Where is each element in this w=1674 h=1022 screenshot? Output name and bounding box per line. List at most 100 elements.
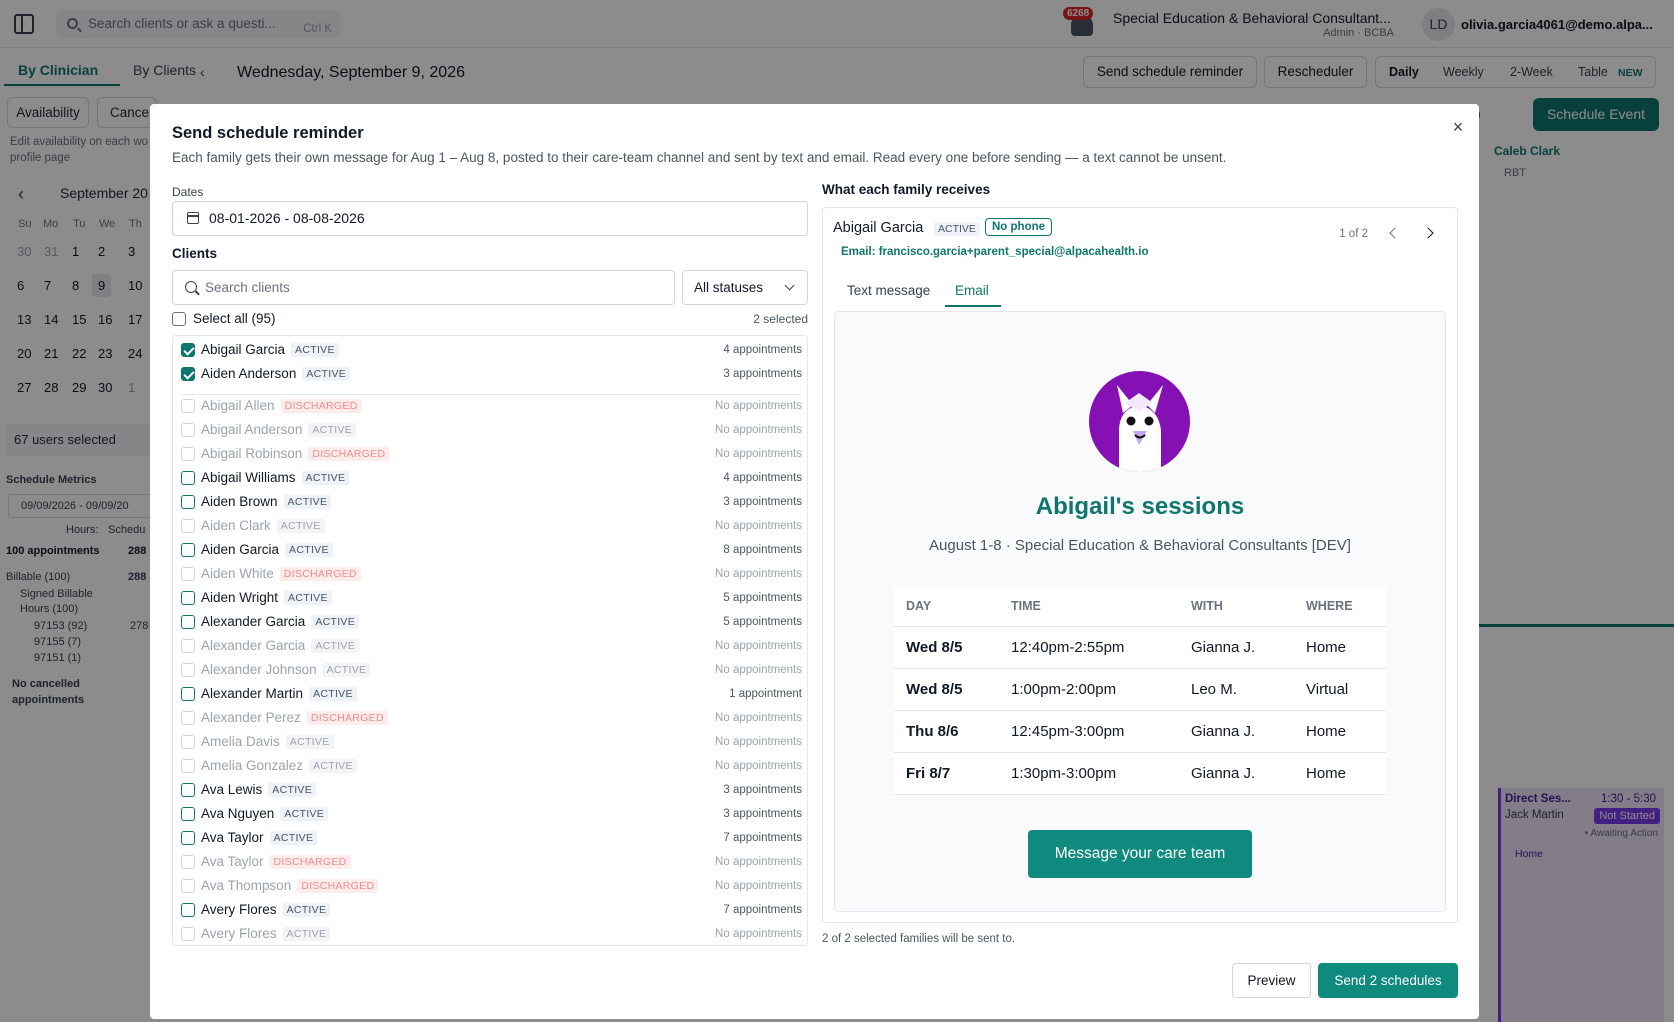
session-row: Wed 8/5 12:40pm-2:55pm Gianna J. Home (894, 626, 1386, 669)
status-badge: DISCHARGED (306, 711, 388, 725)
client-name: Aiden Brown ACTIVE (201, 494, 332, 509)
session-day: Thu 8/6 (894, 710, 999, 753)
client-name: Ava Taylor DISCHARGED (201, 854, 351, 869)
session-row: Thu 8/6 12:45pm-3:00pm Gianna J. Home (894, 710, 1386, 753)
client-row[interactable]: Avery Flores ACTIVE 7 appointments (173, 898, 807, 922)
status-filter-select[interactable]: All statuses (682, 270, 808, 305)
client-row: Alexander Garcia ACTIVE No appointments (173, 634, 807, 658)
client-name: Alexander Garcia ACTIVE (201, 614, 360, 629)
appointment-count: 7 appointments (723, 904, 802, 916)
client-checkbox[interactable] (181, 471, 195, 485)
appointment-count: 4 appointments (723, 472, 802, 484)
client-name: Ava Lewis ACTIVE (201, 782, 317, 797)
client-checkbox (181, 711, 195, 725)
client-list[interactable]: Abigail Garcia ACTIVE 4 appointments Aiden … (172, 335, 808, 946)
client-name: Abigail Anderson ACTIVE (201, 422, 357, 437)
client-checkbox (181, 663, 195, 677)
client-name: Aiden White DISCHARGED (201, 566, 361, 581)
col-time: TIME (999, 587, 1179, 627)
client-row[interactable]: Aiden Garcia ACTIVE 8 appointments (173, 538, 807, 562)
client-row[interactable]: Ava Lewis ACTIVE 3 appointments (173, 778, 807, 802)
client-name-text: Aiden White (201, 566, 274, 581)
close-icon[interactable]: × (1449, 117, 1467, 138)
client-name-text: Alexander Garcia (201, 614, 306, 629)
tab-text-message[interactable]: Text message (847, 283, 930, 298)
appointment-count: No appointments (715, 928, 802, 940)
status-badge: ACTIVE (285, 543, 333, 557)
client-name: Abigail Williams ACTIVE (201, 470, 350, 485)
client-row: Amelia Gonzalez ACTIVE No appointments (173, 754, 807, 778)
client-name: Amelia Davis ACTIVE (201, 734, 334, 749)
client-checkbox[interactable] (181, 687, 195, 701)
client-row[interactable]: Abigail Williams ACTIVE 4 appointments (173, 466, 807, 490)
status-badge: ACTIVE (268, 783, 317, 797)
client-search-input[interactable]: Search clients (172, 270, 675, 305)
appointment-count: No appointments (715, 520, 802, 532)
client-name-text: Alexander Garcia (201, 638, 306, 653)
client-row[interactable]: Ava Taylor ACTIVE 7 appointments (173, 826, 807, 850)
date-range-input[interactable]: 08-01-2026 - 08-08-2026 (172, 201, 808, 236)
client-checkbox (181, 519, 195, 533)
selected-count: 2 selected (753, 312, 808, 326)
client-name: Abigail Robinson DISCHARGED (201, 446, 390, 461)
client-name-text: Aiden Anderson (201, 366, 297, 381)
client-checkbox[interactable] (181, 343, 195, 357)
tab-email[interactable]: Email (955, 283, 989, 298)
client-checkbox[interactable] (181, 591, 195, 605)
appointment-count: No appointments (715, 856, 802, 868)
send-schedules-button[interactable]: Send 2 schedules (1318, 963, 1458, 998)
client-checkbox (181, 639, 195, 653)
client-row[interactable]: Ava Nguyen ACTIVE 3 appointments (173, 802, 807, 826)
status-badge: DISCHARGED (279, 567, 361, 581)
client-name-text: Alexander Martin (201, 686, 304, 701)
client-row[interactable]: Alexander Martin ACTIVE 1 appointment (173, 682, 807, 706)
client-name: Abigail Allen DISCHARGED (201, 398, 362, 413)
client-row: Aiden Clark ACTIVE No appointments (173, 514, 807, 538)
client-name-text: Ava Taylor (201, 854, 264, 869)
client-checkbox[interactable] (181, 783, 195, 797)
client-checkbox[interactable] (181, 807, 195, 821)
appointment-count: No appointments (715, 424, 802, 436)
client-checkbox[interactable] (181, 831, 195, 845)
appointment-count: 1 appointment (729, 688, 802, 700)
client-checkbox[interactable] (181, 903, 195, 917)
appointment-count: No appointments (715, 640, 802, 652)
modal-description: Each family gets their own message for A… (172, 150, 1227, 165)
preview-pager: 1 of 2 (1339, 228, 1368, 240)
status-badge: ACTIVE (322, 663, 371, 677)
client-row[interactable]: Aiden Anderson ACTIVE 3 appointments (173, 362, 807, 386)
client-checkbox[interactable] (181, 367, 195, 381)
status-badge: ACTIVE (282, 927, 331, 941)
appointment-count: 5 appointments (723, 616, 802, 628)
select-all-checkbox[interactable] (172, 312, 186, 326)
status-badge: DISCHARGED (269, 855, 351, 869)
message-care-team-button[interactable]: Message your care team (1028, 830, 1252, 878)
select-all-label[interactable]: Select all (95) (193, 311, 276, 326)
client-name-text: Abigail Allen (201, 398, 275, 413)
chevron-down-icon (784, 280, 795, 291)
session-time: 12:45pm-3:00pm (999, 710, 1179, 753)
client-row[interactable]: Aiden Wright ACTIVE 5 appointments (173, 586, 807, 610)
client-row[interactable]: Alexander Garcia ACTIVE 5 appointments (173, 610, 807, 634)
client-name: Abigail Garcia ACTIVE (201, 342, 339, 357)
client-row: Amelia Davis ACTIVE No appointments (173, 730, 807, 754)
modal-title: Send schedule reminder (172, 124, 364, 142)
client-row[interactable]: Aiden Brown ACTIVE 3 appointments (173, 490, 807, 514)
clients-label: Clients (172, 246, 218, 261)
col-with: WITH (1179, 587, 1294, 627)
client-checkbox[interactable] (181, 495, 195, 509)
client-name: Aiden Anderson ACTIVE (201, 366, 351, 381)
session-with: Gianna J. (1179, 710, 1294, 753)
status-badge: ACTIVE (285, 735, 334, 749)
status-badge: ACTIVE (302, 367, 351, 381)
client-checkbox (181, 423, 195, 437)
client-row[interactable]: Abigail Garcia ACTIVE 4 appointments (173, 338, 807, 362)
status-badge: DISCHARGED (297, 879, 379, 893)
preview-button[interactable]: Preview (1232, 963, 1311, 998)
client-checkbox (181, 447, 195, 461)
session-where: Home (1294, 710, 1386, 753)
client-checkbox (181, 759, 195, 773)
client-checkbox[interactable] (181, 543, 195, 557)
appointment-count: 3 appointments (723, 808, 802, 820)
client-checkbox[interactable] (181, 615, 195, 629)
